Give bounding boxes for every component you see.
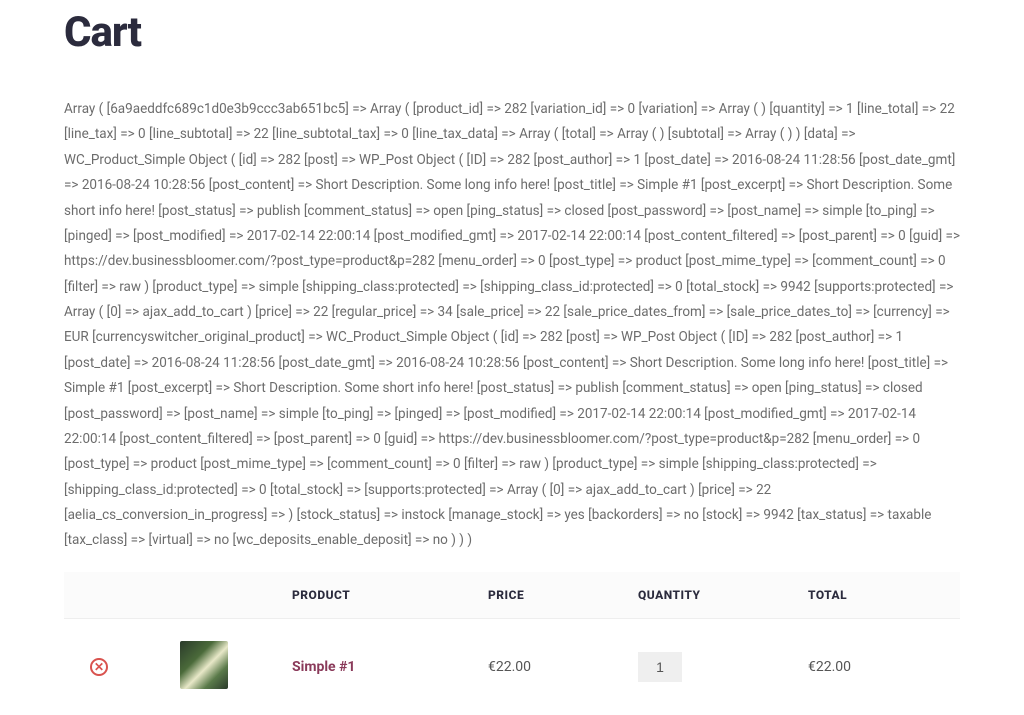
- header-total: TOTAL: [790, 572, 960, 619]
- header-price: PRICE: [470, 572, 620, 619]
- cart-header-row: PRODUCT PRICE QUANTITY TOTAL: [64, 572, 960, 619]
- quantity-input[interactable]: [638, 652, 682, 682]
- product-thumbnail[interactable]: [180, 641, 228, 689]
- item-total: €22.00: [808, 659, 851, 675]
- header-quantity: QUANTITY: [620, 572, 790, 619]
- header-remove: [64, 572, 134, 619]
- page-title: Cart: [64, 8, 960, 57]
- debug-dump-text: Array ( [6a9aeddfc689c1d0e3b9ccc3ab651bc…: [64, 97, 960, 554]
- item-price: €22.00: [488, 659, 531, 675]
- header-product: PRODUCT: [274, 572, 470, 619]
- cart-table: PRODUCT PRICE QUANTITY TOTAL ✕ Simple #1…: [64, 572, 960, 715]
- header-thumbnail: [134, 572, 274, 619]
- remove-item-icon[interactable]: ✕: [90, 658, 108, 676]
- product-name-link[interactable]: Simple #1: [292, 659, 355, 675]
- cart-row: ✕ Simple #1 €22.00 €22.00: [64, 618, 960, 715]
